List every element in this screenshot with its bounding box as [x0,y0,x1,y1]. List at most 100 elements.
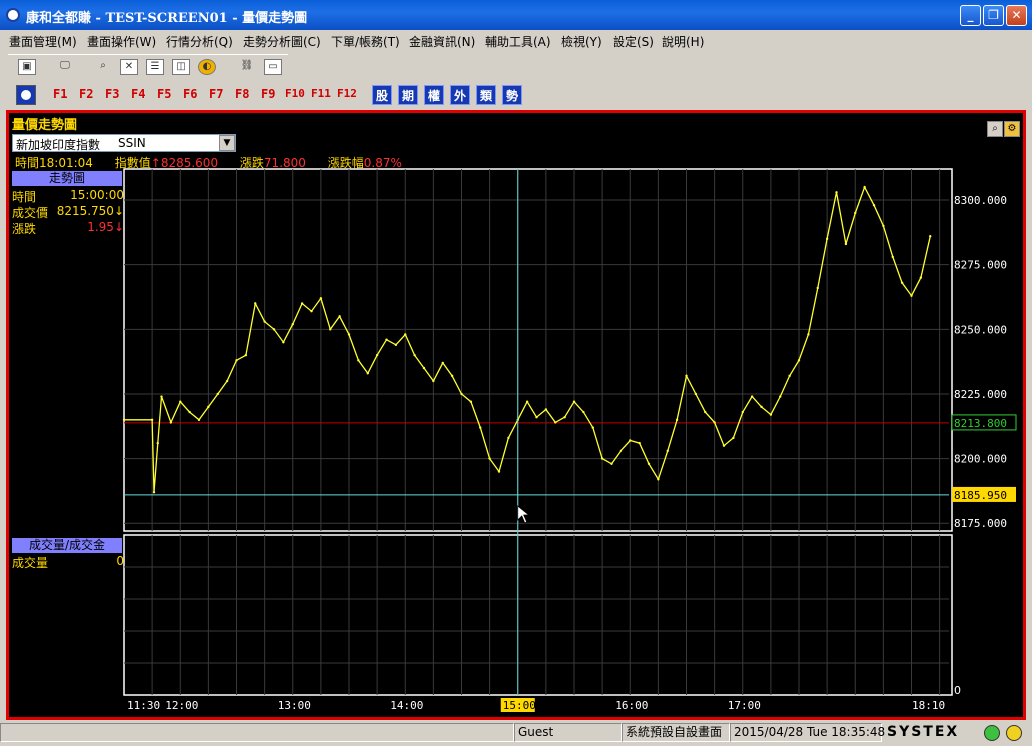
f6-button[interactable]: F6 [183,87,197,101]
price-point [263,320,266,323]
menu-quote-analysis[interactable]: 行情分析(Q) [166,33,233,50]
price-plot-frame [123,168,953,532]
f5-button[interactable]: F5 [157,87,171,101]
price-point [450,374,454,378]
price-point [152,491,156,494]
price-point [225,379,229,383]
foreign-category-button[interactable]: 外 [450,85,470,105]
status-screen: 系統預設自設畫面 [622,723,730,742]
screen-icon[interactable]: ▣ [18,59,36,75]
price-point [375,353,379,357]
menu-view[interactable]: 檢視(Y) [561,33,602,50]
trend-category-button[interactable]: 勢 [502,85,522,105]
price-point [554,421,557,424]
futures-category-button[interactable]: 期 [398,85,418,105]
menu-trend-chart[interactable]: 走勢分析圖(C) [243,33,321,50]
x-tick-label: 13:00 [278,699,311,712]
price-point [741,410,744,414]
y-tick-label: 8200.000 [954,453,1007,466]
monitor-icon[interactable]: 🖵 [56,59,74,75]
x-tick-label: 16:00 [615,699,648,712]
globe-icon[interactable]: ◐ [198,59,216,75]
title-bar[interactable]: 康和全都賺 - TEST-SCREEN01 - 量價走勢圖 _ ❐ ✕ [0,0,1032,30]
sector-category-button[interactable]: 類 [476,85,496,105]
menu-screen-operate[interactable]: 畫面操作(W) [87,33,156,50]
close-window-icon[interactable]: ✕ [120,59,138,75]
price-point [694,392,698,396]
f9-button[interactable]: F9 [261,87,275,101]
home-icon[interactable] [16,85,36,105]
price-point [216,392,219,396]
x-tick-label: 11:30 [127,699,160,712]
x-tick-label: 15:00 [503,699,536,712]
link-icon[interactable]: ⛓ [238,59,256,75]
price-point [404,333,407,336]
window-icon[interactable]: ▭ [264,59,282,75]
menu-tools[interactable]: 輔助工具(A) [485,33,551,50]
price-point [638,441,641,445]
price-point [891,255,894,259]
price-point [619,449,623,453]
window-title: 康和全都賺 - TEST-SCREEN01 - 量價走勢圖 [26,11,308,26]
f12-button[interactable]: F12 [337,87,357,100]
price-point [497,470,501,473]
menu-screen-manage[interactable]: 畫面管理(M) [9,33,77,50]
price-point [488,457,491,460]
price-point [929,235,932,238]
y-tick-label: 8225.000 [954,388,1007,401]
f10-button[interactable]: F10 [285,87,305,100]
close-button[interactable]: ✕ [1006,5,1027,26]
f1-button[interactable]: F1 [53,87,67,101]
price-point [188,410,191,414]
f3-button[interactable]: F3 [105,87,119,101]
price-point [572,400,576,403]
tile-vertical-icon[interactable]: ◫ [172,59,190,75]
x-tick-label: 12:00 [165,699,198,712]
brand-logo: SYSTEX [887,724,960,740]
y-tick-label: 8250.000 [954,323,1007,336]
minimize-button[interactable]: _ [960,5,981,26]
f4-button[interactable]: F4 [131,87,145,101]
price-point [394,343,398,347]
price-point [760,405,763,409]
price-point [769,413,773,416]
x-tick-label: 14:00 [390,699,423,712]
price-point [347,333,351,336]
price-point [863,185,866,189]
f2-button[interactable]: F2 [79,87,93,101]
price-point [657,478,660,481]
menu-bar: 畫面管理(M) 畫面操作(W) 行情分析(Q) 走勢分析圖(C) 下單/帳務(T… [0,30,1032,50]
price-point [282,341,285,344]
price-point [910,294,913,297]
menu-settings[interactable]: 設定(S) [613,33,654,50]
price-point [704,410,707,414]
f7-button[interactable]: F7 [209,87,223,101]
price-point [675,418,679,422]
price-point [319,297,323,300]
price-trend-chart[interactable]: 8300.000 8275.000 8250.000 8225.000 8200.000… [9,113,1023,717]
reference-label: 8213.800 [954,417,1007,430]
price-point [544,408,548,411]
volume-plot-frame [123,534,953,696]
tile-horizontal-icon[interactable]: ☰ [146,59,164,75]
price-point [169,421,173,424]
menu-finance-info[interactable]: 金融資訊(N) [409,33,475,50]
price-point [432,379,435,383]
y-tick-label: 8175.000 [954,517,1007,530]
price-point [525,400,529,403]
status-bar: Guest 系統預設自設畫面 2015/04/28 Tue 18:35:48 S… [0,722,1032,744]
maximize-button[interactable]: ❐ [983,5,1004,26]
menu-help[interactable]: 說明(H) [662,33,704,50]
search-icon[interactable]: ⌕ [94,59,112,75]
f11-button[interactable]: F11 [311,87,331,100]
price-point [479,426,482,429]
stock-category-button[interactable]: 股 [372,85,392,105]
menu-order-account[interactable]: 下單/帳務(T) [331,33,400,50]
price-point [563,416,566,419]
price-point [591,426,594,429]
price-point [469,400,473,403]
options-category-button[interactable]: 權 [424,85,444,105]
price-point [835,191,838,194]
f8-button[interactable]: F8 [235,87,249,101]
price-point [807,333,810,336]
